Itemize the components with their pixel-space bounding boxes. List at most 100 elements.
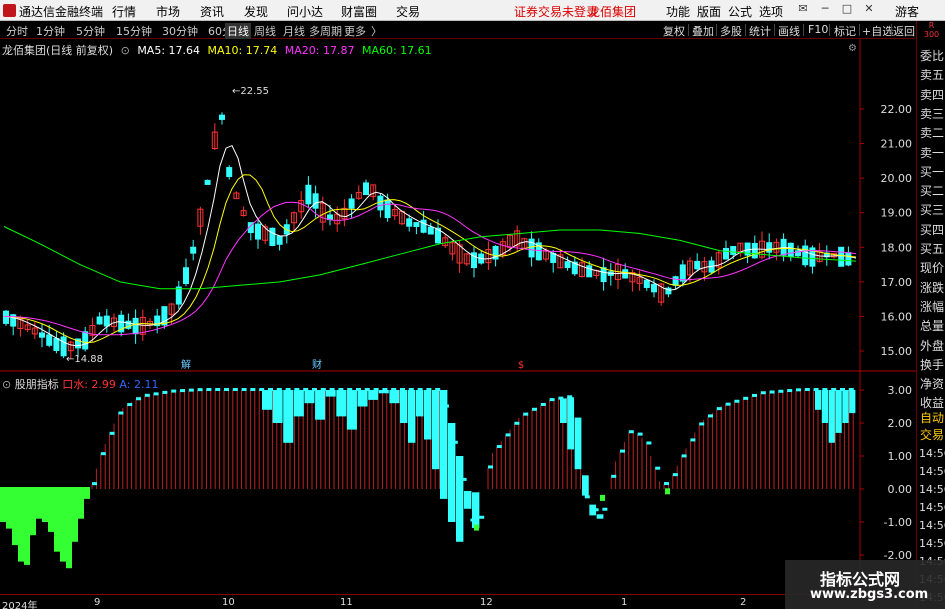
menu-shichang[interactable]: 市场 — [156, 3, 180, 20]
indicator-bar-cyan — [849, 390, 856, 414]
event-marker[interactable]: 解 — [181, 358, 191, 371]
chart-settings-icon[interactable]: ⚙ — [848, 43, 857, 54]
quote-field-label: 买二 — [920, 184, 945, 199]
indicator-bar-cyan — [582, 475, 589, 496]
candle-body — [845, 252, 852, 266]
indicator-step — [276, 388, 282, 391]
menu-zixun[interactable]: 资讯 — [200, 3, 224, 20]
app-logo-icon — [3, 4, 16, 17]
divider — [803, 24, 804, 36]
maximize-icon[interactable]: □ — [840, 2, 854, 16]
candle-body — [384, 199, 391, 219]
period-1min[interactable]: 1分钟 — [36, 23, 65, 39]
tick-time: 14:56 — [919, 483, 945, 496]
settings-circle-icon[interactable]: ⊙ — [121, 44, 130, 57]
candle-body — [46, 334, 53, 346]
btn-fanhui[interactable]: 返回 — [893, 23, 915, 39]
quote-field-label: 净资 — [920, 377, 945, 392]
kline-chart[interactable]: 22.00 21.00 20.00 19.00 18.00 17.00 16.00 15.00… — [0, 39, 916, 372]
candle-body — [550, 253, 557, 263]
btn-duogu[interactable]: 多股 — [720, 23, 742, 39]
indicator-bar-cyan — [464, 490, 472, 509]
candle-body — [651, 283, 657, 293]
indicator-step — [224, 388, 229, 391]
period-daily[interactable]: 日线 — [225, 23, 251, 39]
period-multi[interactable]: 多周期 — [309, 23, 342, 39]
auto-trade-label[interactable]: 交易 — [920, 426, 944, 443]
x-label: 2 — [740, 597, 747, 608]
indicator-step — [171, 389, 177, 393]
indicator-bar-green — [24, 489, 30, 565]
candle-body — [600, 267, 607, 283]
period-weekly[interactable]: 周线 — [254, 23, 276, 39]
corner-badge[interactable]: R 300 — [917, 21, 945, 45]
indicator-name[interactable]: 股朋指标 — [15, 378, 59, 391]
btn-biaoji[interactable]: 标记 — [834, 23, 856, 39]
menu-faxian[interactable]: 发现 — [244, 3, 268, 20]
period-15min[interactable]: 15分钟 — [116, 23, 152, 39]
indicator-step — [92, 482, 97, 486]
btn-huaxian[interactable]: 画线 — [778, 23, 800, 39]
msg-icon[interactable]: ✉ — [796, 2, 810, 16]
more-arrow-icon[interactable]: 〉 — [371, 23, 382, 39]
indicator-step — [646, 441, 652, 445]
indicator-chart[interactable]: 3.002.001.000.00-1.00-2.00 — [0, 372, 916, 594]
indicator-step — [831, 388, 837, 391]
guest-label[interactable]: 游客 — [895, 3, 919, 20]
menu-wenxiaoda[interactable]: 问小达 — [287, 3, 323, 20]
date-axis: 2024年 9 10 11 12 1 2 — [0, 594, 916, 609]
candle-body — [132, 317, 139, 335]
btn-fuquan[interactable]: 复权 — [663, 23, 685, 39]
menu-caifuquan[interactable]: 财富圈 — [341, 3, 377, 20]
menu-gongneng[interactable]: 功能 — [666, 3, 690, 20]
right-quote-panel: R 300 委比 卖五 卖四 卖三 卖二 卖一 买一 买二 买三 买四 买五 现价 涨跌 涨幅 总量 外盘 换手… — [916, 21, 945, 609]
quote-field-label: 卖二 — [920, 126, 945, 141]
indicator-bar-cyan — [596, 514, 604, 519]
menu-banmian[interactable]: 版面 — [697, 3, 721, 20]
menu-gongshi[interactable]: 公式 — [728, 3, 752, 20]
minimize-icon[interactable]: ─ — [818, 2, 832, 16]
btn-f10[interactable]: F10 — [808, 23, 828, 36]
period-5min[interactable]: 5分钟 — [76, 23, 105, 39]
auto-trade-label[interactable]: 自动 — [920, 409, 944, 426]
menu-hangqing[interactable]: 行情 — [112, 3, 136, 20]
stock-info-row: 龙佰集团(日线 前复权) ⊙ MA5: 17.64 MA10: 17.74 MA… — [2, 42, 436, 57]
btn-tongji[interactable]: 统计 — [749, 23, 771, 39]
period-fenshi[interactable]: 分时 — [6, 23, 28, 39]
title-bar: 通达信金融终端 行情 市场 资讯 发现 问小达 财富圈 交易 证券交易未登录 龙… — [0, 0, 945, 21]
candle-body — [723, 247, 729, 260]
divider — [829, 24, 830, 36]
indicator-step — [294, 388, 300, 391]
indicator-bar-cyan — [472, 492, 480, 528]
period-more[interactable]: 更多 — [344, 23, 366, 39]
indicator-bar-cyan — [835, 390, 842, 433]
indicator-bar-cyan — [416, 390, 424, 417]
candle-body — [679, 264, 686, 282]
login-warning[interactable]: 证券交易未登录 — [514, 3, 598, 20]
quote-field-label: 卖四 — [920, 87, 945, 102]
event-marker[interactable]: 财 — [312, 358, 322, 371]
indicator-step — [356, 388, 361, 391]
stock-title[interactable]: 龙佰集团(日线 前复权) — [2, 44, 113, 57]
indicator-step — [602, 507, 608, 511]
period-monthly[interactable]: 月线 — [283, 23, 305, 39]
x-label: 11 — [340, 597, 353, 608]
close-icon[interactable]: ✕ — [862, 2, 876, 16]
indicator-step — [347, 388, 353, 391]
period-30min[interactable]: 30分钟 — [162, 23, 198, 39]
y-axis-label: 0.00 — [888, 483, 913, 496]
indicator-step — [567, 395, 573, 399]
btn-zixuan[interactable]: +自选 — [862, 23, 893, 39]
y-axis-label: 2.00 — [888, 417, 913, 430]
menu-xuanxiang[interactable]: 选项 — [759, 3, 783, 20]
menu-jiaoyi[interactable]: 交易 — [396, 3, 420, 20]
candle-body — [103, 315, 110, 327]
btn-diejia[interactable]: 叠加 — [692, 23, 714, 39]
event-marker[interactable]: $ — [518, 360, 524, 371]
indicator-step — [338, 388, 344, 391]
indicator-step — [382, 388, 388, 391]
indicator-step — [259, 388, 265, 391]
indicator-bar-green — [66, 489, 72, 569]
settings-circle-icon[interactable]: ⊙ — [2, 378, 11, 391]
indicator-bar-cyan — [357, 390, 368, 407]
